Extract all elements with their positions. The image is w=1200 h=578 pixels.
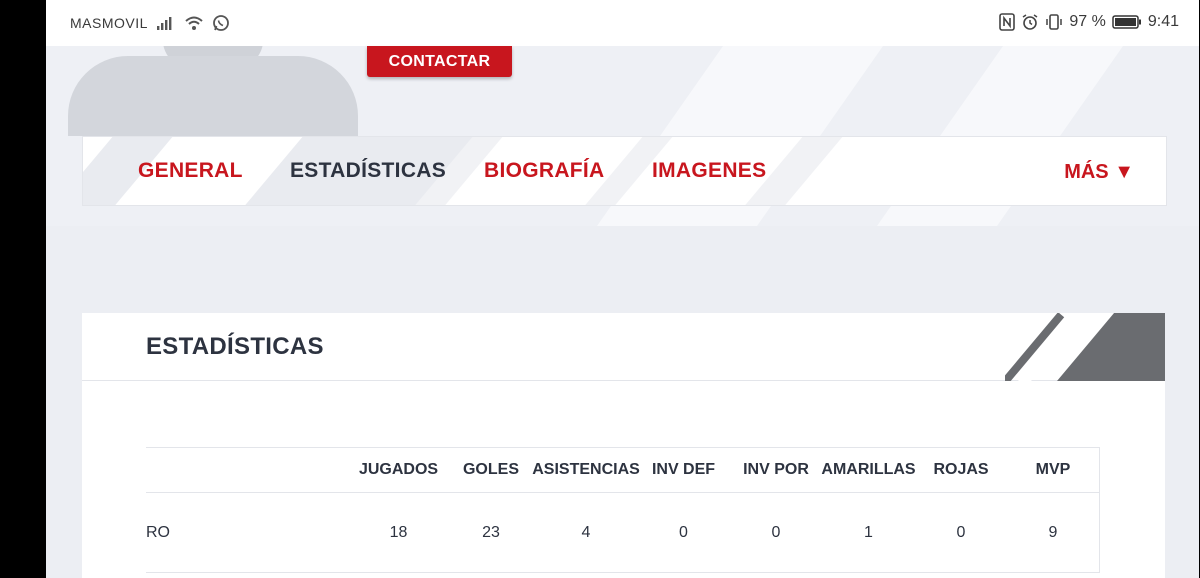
profile-tabs: GENERAL ESTADÍSTICAS BIOGRAFÍA IMAGENES … bbox=[82, 136, 1167, 206]
table-header-row: JUGADOS GOLES ASISTENCIAS INV DEF INV PO… bbox=[146, 447, 1099, 493]
vibrate-icon bbox=[1045, 13, 1063, 31]
stats-title: ESTADÍSTICAS bbox=[146, 333, 324, 360]
more-menu-button[interactable]: MÁS ▼ bbox=[1064, 161, 1134, 184]
nfc-icon bbox=[999, 13, 1016, 31]
status-bar-right: 97 % 9:41 bbox=[999, 13, 1179, 31]
screen: MASMOVIL 97 % 9:41 CONTACTAR GENERAL EST… bbox=[46, 0, 1199, 578]
avatar-shoulders bbox=[68, 56, 358, 136]
stats-card: ESTADÍSTICAS JUGADOS GOLES ASISTENCIAS I… bbox=[82, 313, 1165, 578]
status-bar: MASMOVIL 97 % 9:41 bbox=[46, 0, 1199, 46]
tab-biografia[interactable]: BIOGRAFÍA bbox=[484, 159, 605, 183]
tab-estadisticas[interactable]: ESTADÍSTICAS bbox=[290, 159, 446, 183]
header-decoration bbox=[1005, 313, 1165, 381]
stat-value: 0 bbox=[956, 523, 966, 541]
column-header: ASISTENCIAS bbox=[532, 461, 640, 478]
left-bezel bbox=[0, 0, 46, 578]
carrier-name: MASMOVIL bbox=[70, 15, 148, 31]
wifi-icon bbox=[184, 15, 204, 31]
stat-value: 0 bbox=[679, 523, 688, 541]
signal-icon bbox=[156, 15, 176, 31]
status-bar-left: MASMOVIL bbox=[70, 14, 230, 32]
stats-table: JUGADOS GOLES ASISTENCIAS INV DEF INV PO… bbox=[146, 447, 1100, 573]
battery-percent: 97 % bbox=[1069, 13, 1106, 30]
row-label: RO bbox=[146, 523, 170, 541]
clock-time: 9:41 bbox=[1147, 13, 1179, 30]
column-header: AMARILLAS bbox=[821, 461, 916, 478]
column-header: MVP bbox=[1035, 461, 1071, 478]
column-header: INV DEF bbox=[651, 461, 716, 478]
stat-value: 1 bbox=[864, 523, 873, 541]
column-header: JUGADOS bbox=[358, 461, 439, 478]
contact-button[interactable]: CONTACTAR bbox=[367, 46, 512, 77]
alarm-icon bbox=[1021, 13, 1039, 31]
stat-value: 18 bbox=[389, 523, 408, 541]
stat-value: 4 bbox=[581, 523, 591, 541]
tab-general[interactable]: GENERAL bbox=[138, 159, 243, 183]
whatsapp-icon bbox=[212, 14, 230, 32]
table-row: RO 18 23 4 0 0 1 0 9 bbox=[146, 493, 1099, 573]
stat-value: 0 bbox=[771, 523, 781, 541]
stat-value: 9 bbox=[1048, 523, 1058, 541]
column-header: INV POR bbox=[743, 461, 809, 478]
tab-imagenes[interactable]: IMAGENES bbox=[652, 159, 766, 183]
column-header: ROJAS bbox=[933, 461, 989, 478]
column-header: GOLES bbox=[462, 461, 519, 478]
battery-icon bbox=[1112, 14, 1142, 30]
avatar-silhouette bbox=[68, 46, 358, 136]
stat-value: 23 bbox=[482, 523, 500, 541]
stats-card-header: ESTADÍSTICAS bbox=[82, 313, 1165, 381]
